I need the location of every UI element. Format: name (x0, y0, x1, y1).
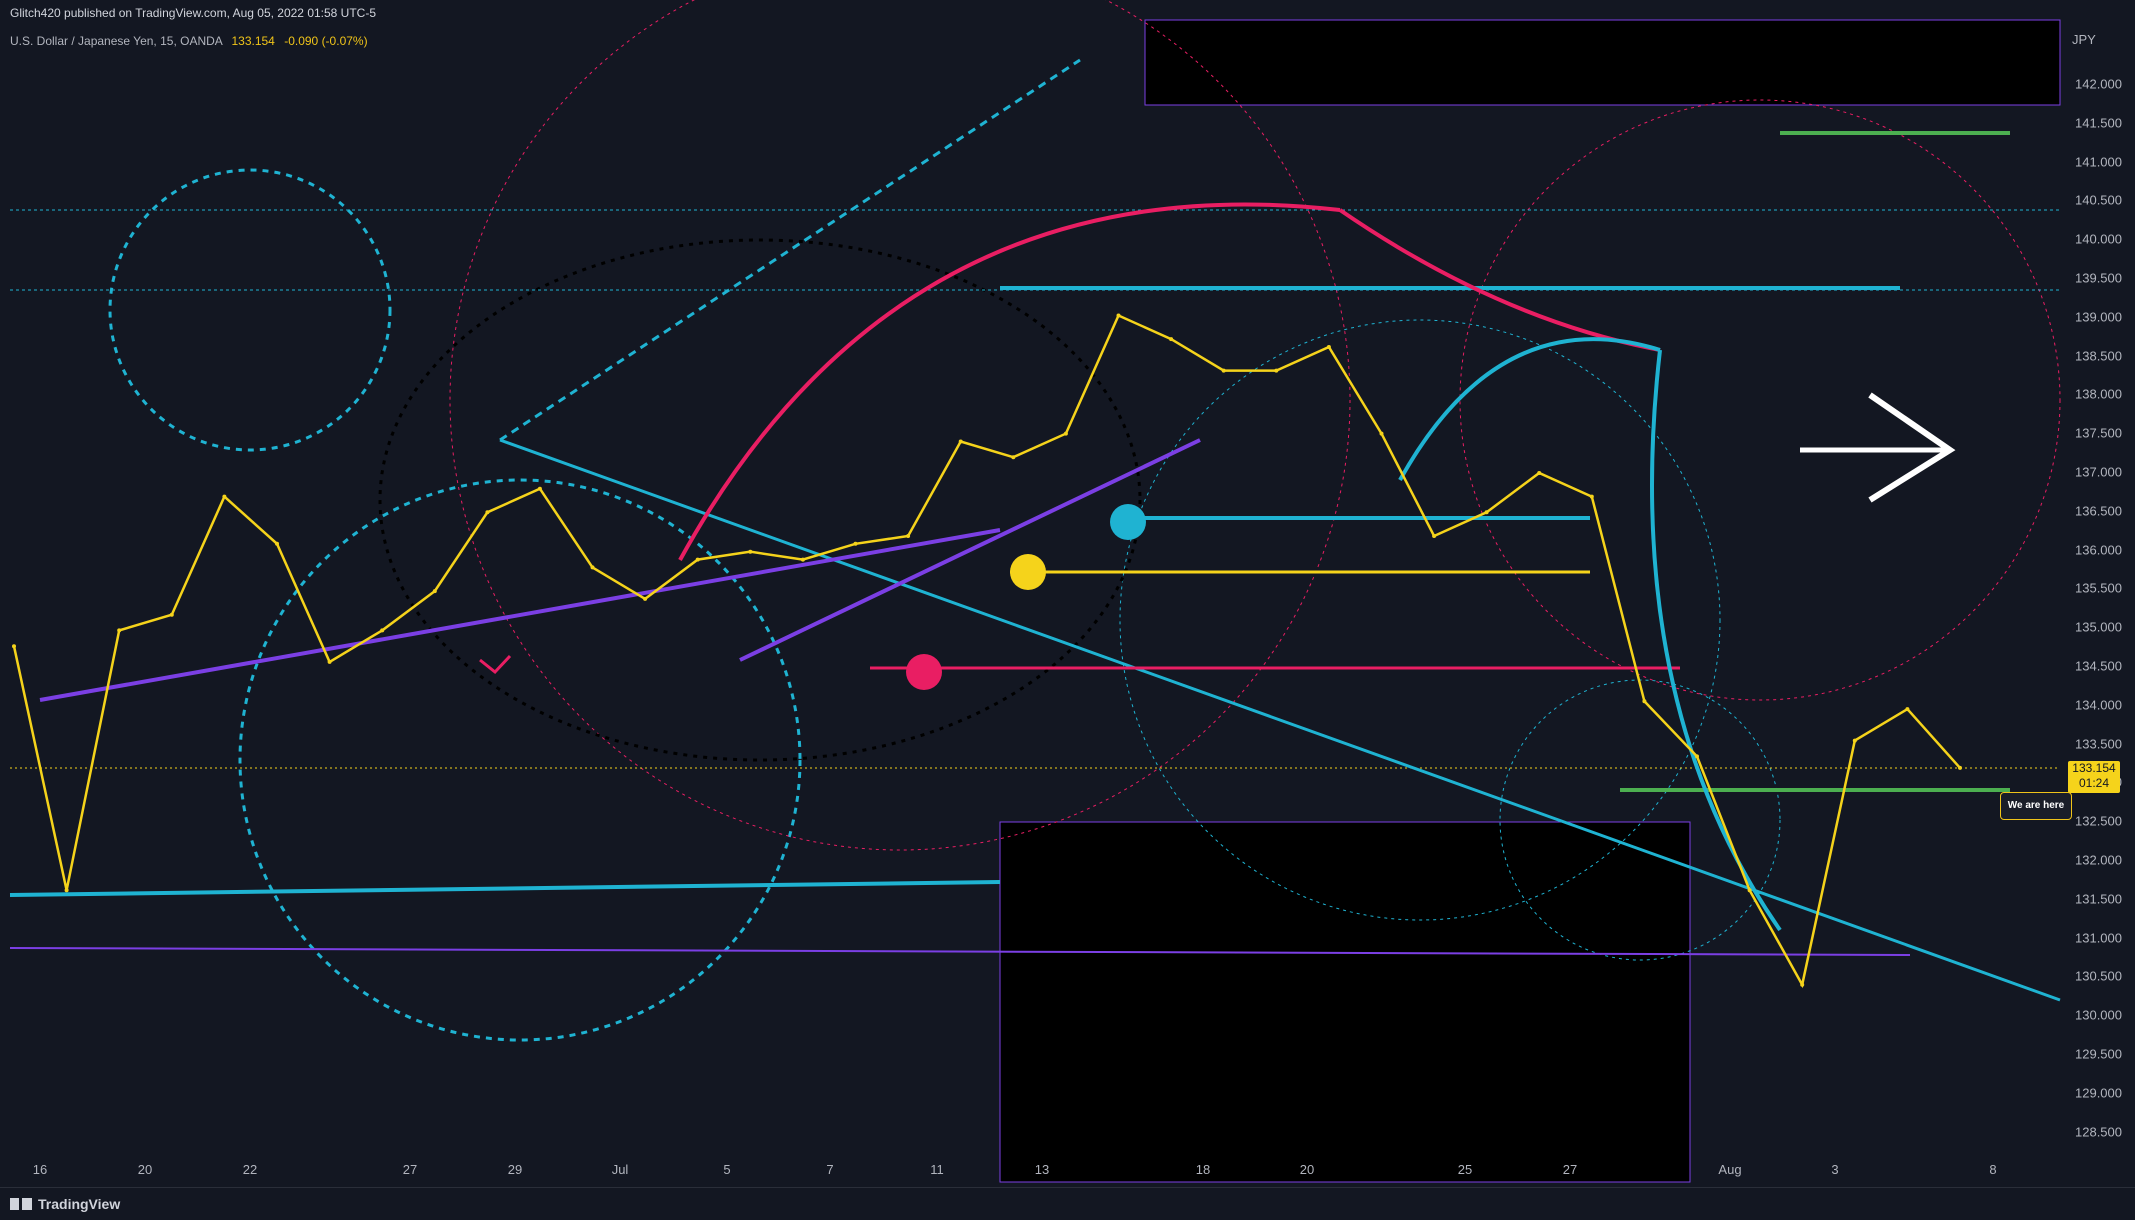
y-tick-label: 130.000 (2075, 1007, 2122, 1023)
price-point (1432, 534, 1437, 538)
symbol-name: U.S. Dollar / Japanese Yen, 15, OANDA (10, 34, 223, 48)
x-tick-label: Jul (611, 1162, 629, 1177)
currency-label: JPY (2072, 32, 2096, 47)
x-tick-label: 25 (1457, 1162, 1473, 1177)
price-point (853, 541, 858, 546)
y-tick-label: 129.500 (2075, 1046, 2122, 1062)
price-point (958, 439, 963, 444)
y-tick-label: 131.500 (2075, 891, 2122, 907)
y-tick-label: 128.500 (2075, 1124, 2122, 1140)
x-tick-label: 16 (32, 1162, 48, 1177)
y-tick-label: 136.500 (2075, 503, 2122, 519)
x-tick-label: 13 (1034, 1162, 1050, 1177)
x-tick-label: 8 (1989, 1162, 1997, 1177)
x-tick-label: 18 (1195, 1162, 1211, 1177)
price-point (643, 596, 648, 601)
tradingview-brand: TradingView (38, 1196, 121, 1212)
x-tick-label: 22 (242, 1162, 258, 1177)
y-tick-label: 141.500 (2075, 115, 2122, 131)
price-point (1642, 699, 1647, 704)
x-tick-label: 29 (507, 1162, 523, 1177)
price-point (1011, 455, 1016, 460)
price-point (1695, 754, 1699, 759)
price-point (1379, 431, 1384, 436)
price-point (1852, 738, 1857, 743)
price-point (327, 659, 332, 664)
price-point (695, 557, 700, 562)
price-point (380, 628, 385, 633)
y-tick-label: 140.500 (2075, 192, 2122, 208)
last-price: 133.154 (231, 34, 275, 48)
y-tick-label: 138.000 (2075, 386, 2122, 402)
price-tag-countdown: 01:24 (2078, 776, 2110, 790)
x-tick-label: Aug (1718, 1162, 1742, 1177)
x-tick-label: 11 (930, 1162, 944, 1177)
price-point (590, 565, 595, 570)
price-point (800, 557, 805, 562)
price-point (1326, 345, 1331, 349)
price-point (222, 494, 227, 499)
y-tick-label: 134.000 (2075, 697, 2122, 713)
y-tick-label: 135.500 (2075, 580, 2122, 596)
x-tick-label: 27 (402, 1162, 418, 1177)
y-tick-label: 136.000 (2075, 542, 2122, 558)
price-point (1221, 368, 1226, 373)
price-point (1747, 888, 1752, 893)
publish-info: Glitch420 published on TradingView.com, … (10, 6, 377, 20)
y-tick-label: 142.000 (2075, 76, 2122, 92)
price-point (169, 612, 174, 617)
x-tick-label: 3 (1831, 1162, 1839, 1177)
price-point (748, 549, 753, 554)
y-tick-label: 139.000 (2075, 309, 2122, 325)
x-tick-label: 20 (1299, 1162, 1315, 1177)
price-point (1116, 313, 1121, 318)
price-point (12, 644, 16, 649)
price-point (537, 486, 542, 491)
y-tick-label: 131.000 (2075, 930, 2122, 946)
y-tick-label: 135.000 (2075, 619, 2122, 635)
price-point (1905, 707, 1910, 712)
y-tick-label: 137.500 (2075, 425, 2122, 441)
x-tick-label: 5 (723, 1162, 731, 1177)
x-tick-label: 20 (137, 1162, 153, 1177)
price-point (117, 628, 122, 633)
y-tick-label: 129.000 (2075, 1085, 2122, 1101)
y-tick-label: 133.500 (2075, 736, 2122, 752)
y-tick-label: 132.500 (2075, 813, 2122, 829)
price-point (485, 510, 490, 515)
price-point (1589, 494, 1594, 499)
y-tick-label: 134.500 (2075, 658, 2122, 674)
drawing-overlays (9, 0, 2061, 1183)
y-tick-label: 140.000 (2075, 231, 2122, 247)
price-point (275, 541, 279, 546)
tradingview-logo[interactable]: TradingView (10, 1196, 120, 1212)
price-point (1274, 368, 1279, 373)
price-tag-value: 133.154 (2072, 761, 2116, 775)
current-price-tag: 133.154 01:24 (2068, 761, 2120, 793)
price-point (1484, 510, 1489, 515)
y-tick-label: 138.500 (2075, 348, 2122, 364)
y-tick-label: 141.000 (2075, 154, 2122, 170)
chart-canvas[interactable] (0, 0, 2135, 1219)
price-point (64, 888, 69, 893)
price-change: -0.090 (-0.07%) (284, 34, 368, 48)
y-tick-label: 137.000 (2075, 464, 2122, 480)
tradingview-icon (10, 1198, 32, 1210)
symbol-info: U.S. Dollar / Japanese Yen, 15, OANDA 13… (10, 34, 368, 48)
we-are-here-note: We are here (2000, 792, 2072, 820)
y-tick-label: 139.500 (2075, 270, 2122, 286)
price-point (906, 534, 911, 538)
y-tick-label: 130.500 (2075, 968, 2122, 984)
price-point (432, 589, 437, 594)
footer-bar: TradingView (0, 1187, 2135, 1220)
price-point (1958, 765, 1962, 770)
price-point (1169, 337, 1174, 342)
price-point (1063, 431, 1068, 436)
x-tick-label: 7 (826, 1162, 834, 1177)
price-point (1800, 982, 1805, 987)
x-tick-label: 27 (1562, 1162, 1578, 1177)
price-point (1537, 471, 1542, 475)
y-tick-label: 132.000 (2075, 852, 2122, 868)
